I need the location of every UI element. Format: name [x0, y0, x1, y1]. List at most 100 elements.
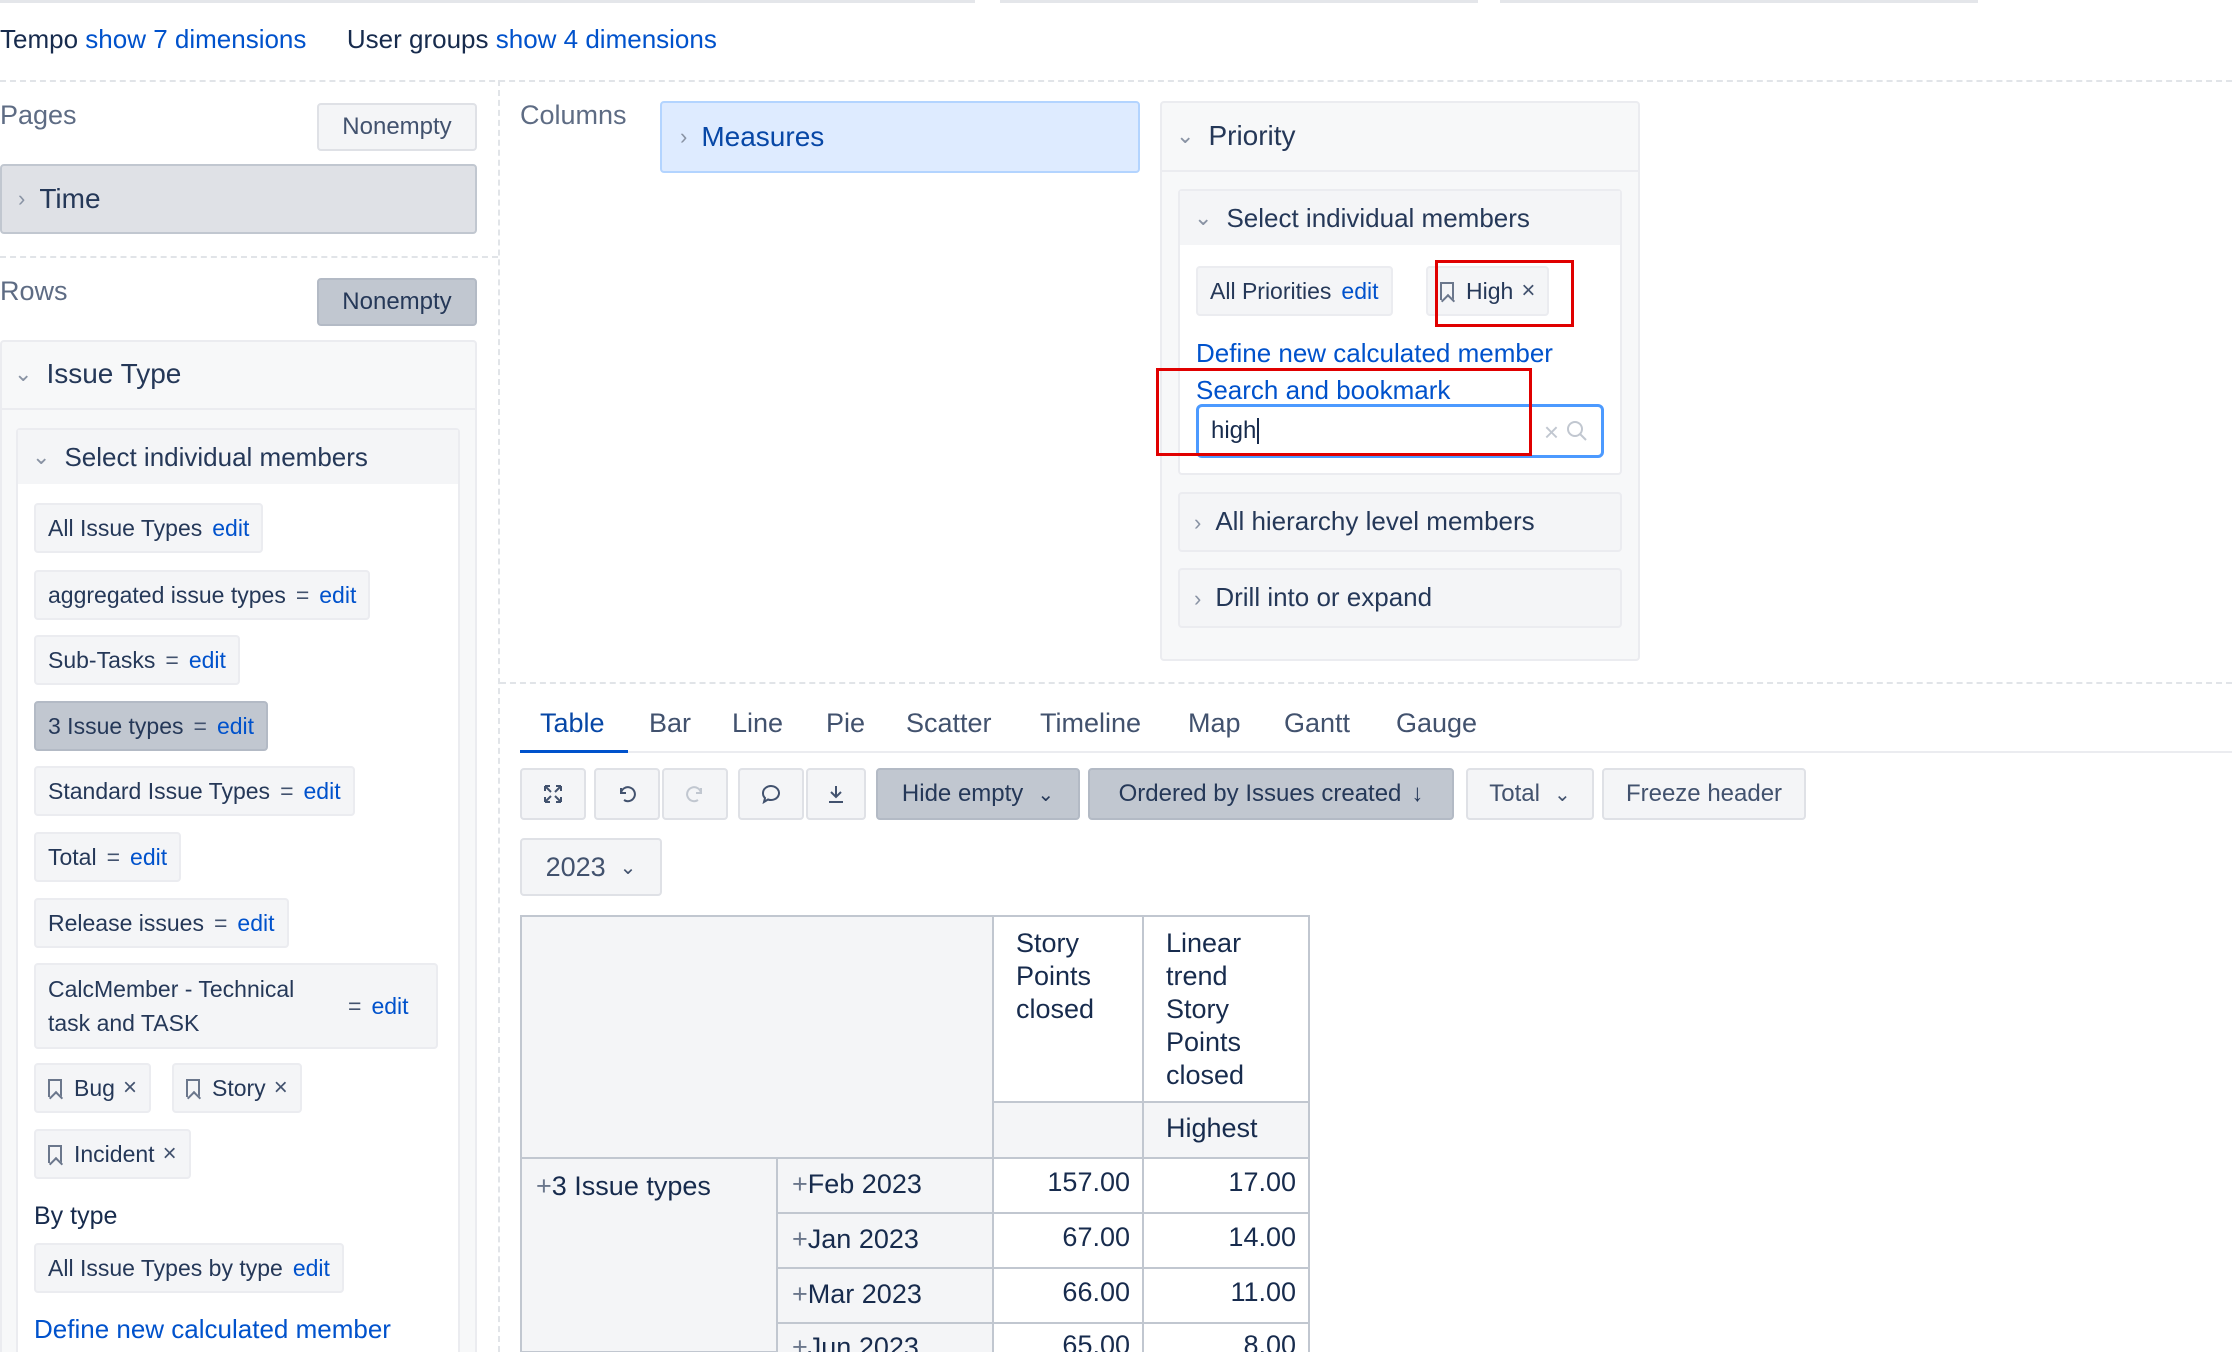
total-dropdown[interactable]: Total ⌄	[1466, 768, 1594, 820]
calculated-member-icon: =	[213, 909, 228, 936]
hide-empty-dropdown[interactable]: Hide empty ⌄	[876, 768, 1080, 820]
drill-into-or-expand[interactable]: › Drill into or expand	[1178, 568, 1622, 628]
tab-scatter[interactable]: Scatter	[906, 708, 992, 739]
member-chip[interactable]: All Issue Types edit	[34, 503, 264, 553]
chevron-down-icon: ⌄	[1194, 205, 1213, 230]
tab-gantt[interactable]: Gantt	[1284, 708, 1350, 739]
expand-plus-icon[interactable]: +	[792, 1169, 808, 1199]
all-hierarchy-level-members[interactable]: › All hierarchy level members	[1178, 492, 1622, 552]
columns-dimension-measures[interactable]: › Measures	[660, 101, 1140, 173]
member-chip[interactable]: Sub-Tasks = edit	[34, 635, 240, 685]
member-label: CalcMember - Technical task and TASK	[48, 976, 295, 1036]
priority-header[interactable]: ⌄ Priority	[1176, 120, 1296, 152]
priority-define-calculated-member-link[interactable]: Define new calculated member	[1196, 338, 1553, 369]
member-edit-link[interactable]: edit	[189, 647, 226, 674]
table-cell: 8.00	[1143, 1323, 1309, 1352]
row-header-3-issue-types[interactable]: +3 Issue types	[521, 1158, 777, 1352]
pages-nonempty-button[interactable]: Nonempty	[317, 103, 477, 151]
chevron-down-icon: ⌄	[1553, 783, 1571, 806]
member-chip[interactable]: CalcMember - Technical task and TASK = e…	[34, 963, 438, 1049]
member-edit-link[interactable]: edit	[130, 844, 167, 871]
bookmark-icon	[48, 1145, 62, 1163]
section-label: All hierarchy level members	[1215, 506, 1535, 536]
calculated-member-icon: =	[348, 992, 362, 1019]
expand-plus-icon[interactable]: +	[792, 1332, 808, 1352]
tab-map[interactable]: Map	[1188, 708, 1241, 739]
close-icon[interactable]: ×	[274, 1074, 288, 1102]
row-header-period[interactable]: +Jan 2023	[777, 1213, 993, 1268]
table-cell: 67.00	[993, 1213, 1143, 1268]
chevron-right-icon: ›	[680, 124, 688, 149]
undo-button[interactable]	[594, 768, 660, 820]
dropdown-label: 2023	[545, 851, 606, 882]
expand-plus-icon[interactable]: +	[536, 1171, 552, 1201]
comment-button[interactable]	[738, 768, 804, 820]
define-calculated-member-link[interactable]: Define new calculated member	[34, 1314, 391, 1345]
table-corner	[521, 916, 993, 1158]
pages-dimension-time[interactable]: › Time	[0, 164, 477, 234]
bookmark-chip[interactable]: Story ×	[172, 1063, 302, 1113]
tab-table[interactable]: Table	[540, 708, 605, 739]
priority-select-members-header[interactable]: ⌄ Select individual members	[1180, 191, 1620, 245]
search-icon[interactable]	[1565, 419, 1589, 450]
user-groups-show-dimensions-link[interactable]: show 4 dimensions	[496, 24, 717, 54]
member-chip[interactable]: All Issue Types by type edit	[34, 1243, 344, 1293]
member-edit-link[interactable]: edit	[293, 1255, 330, 1282]
member-edit-link[interactable]: edit	[371, 993, 408, 1020]
row-label: 3 Issue types	[551, 1171, 711, 1201]
calculated-member-icon: =	[295, 581, 310, 608]
member-edit-link[interactable]: edit	[1341, 278, 1378, 305]
arrow-down-icon: ↓	[1411, 780, 1424, 807]
expand-plus-icon[interactable]: +	[792, 1224, 808, 1254]
chevron-right-icon: ›	[1194, 510, 1202, 535]
tab-bar[interactable]: Bar	[649, 708, 691, 739]
row-header-period[interactable]: +Jun 2023	[777, 1323, 993, 1352]
fullscreen-button[interactable]	[520, 768, 586, 820]
row-header-period[interactable]: +Mar 2023	[777, 1268, 993, 1323]
tab-timeline[interactable]: Timeline	[1040, 708, 1141, 739]
tab-pie[interactable]: Pie	[826, 708, 865, 739]
issue-type-header[interactable]: ⌄ Issue Type	[14, 358, 181, 390]
member-chip[interactable]: Release issues = edit	[34, 898, 289, 948]
column-header-story-points-closed[interactable]: Story Points closed	[993, 916, 1143, 1102]
top-divider	[0, 0, 975, 3]
member-edit-link[interactable]: edit	[237, 910, 274, 937]
order-by-dropdown[interactable]: Ordered by Issues created ↓	[1088, 768, 1454, 820]
rows-nonempty-button[interactable]: Nonempty	[317, 278, 477, 326]
bookmark-chip[interactable]: Incident ×	[34, 1129, 191, 1179]
annotation-highlight	[1156, 368, 1532, 456]
member-edit-link[interactable]: edit	[217, 713, 254, 740]
close-icon[interactable]: ×	[163, 1140, 177, 1168]
table-cell: 66.00	[993, 1268, 1143, 1323]
expand-plus-icon[interactable]: +	[792, 1279, 808, 1309]
chevron-right-icon: ›	[1194, 586, 1202, 611]
member-edit-link[interactable]: edit	[319, 582, 356, 609]
member-chip[interactable]: All Priorities edit	[1196, 266, 1393, 316]
member-edit-link[interactable]: edit	[304, 778, 341, 805]
tab-selected-indicator	[520, 750, 628, 753]
page-select-dropdown[interactable]: 2023 ⌄	[520, 838, 662, 896]
tab-line[interactable]: Line	[732, 708, 783, 739]
column-header-linear-trend[interactable]: Linear trend Story Points closed	[1143, 916, 1309, 1102]
expand-icon	[544, 785, 562, 803]
select-members-header[interactable]: ⌄ Select individual members	[18, 430, 458, 484]
member-edit-link[interactable]: edit	[212, 515, 249, 542]
layout-divider	[500, 682, 2232, 684]
member-chip[interactable]: aggregated issue types = edit	[34, 570, 371, 620]
member-chip[interactable]: Standard Issue Types = edit	[34, 766, 355, 816]
clear-icon[interactable]: ×	[1544, 417, 1559, 448]
freeze-header-button[interactable]: Freeze header	[1602, 768, 1806, 820]
export-button[interactable]	[806, 768, 866, 820]
member-chip-selected[interactable]: 3 Issue types = edit	[34, 701, 269, 751]
top-divider	[1000, 0, 1478, 3]
left-column-divider	[498, 80, 500, 1352]
redo-button[interactable]	[662, 768, 728, 820]
member-label: Sub-Tasks	[48, 646, 156, 673]
tempo-show-dimensions-link[interactable]: show 7 dimensions	[85, 24, 306, 54]
member-chip[interactable]: Total = edit	[34, 832, 182, 882]
tab-gauge[interactable]: Gauge	[1396, 708, 1477, 739]
by-type-label: By type	[34, 1202, 118, 1230]
bookmark-chip[interactable]: Bug ×	[34, 1063, 151, 1113]
close-icon[interactable]: ×	[123, 1074, 137, 1102]
row-header-period[interactable]: +Feb 2023	[777, 1158, 993, 1213]
